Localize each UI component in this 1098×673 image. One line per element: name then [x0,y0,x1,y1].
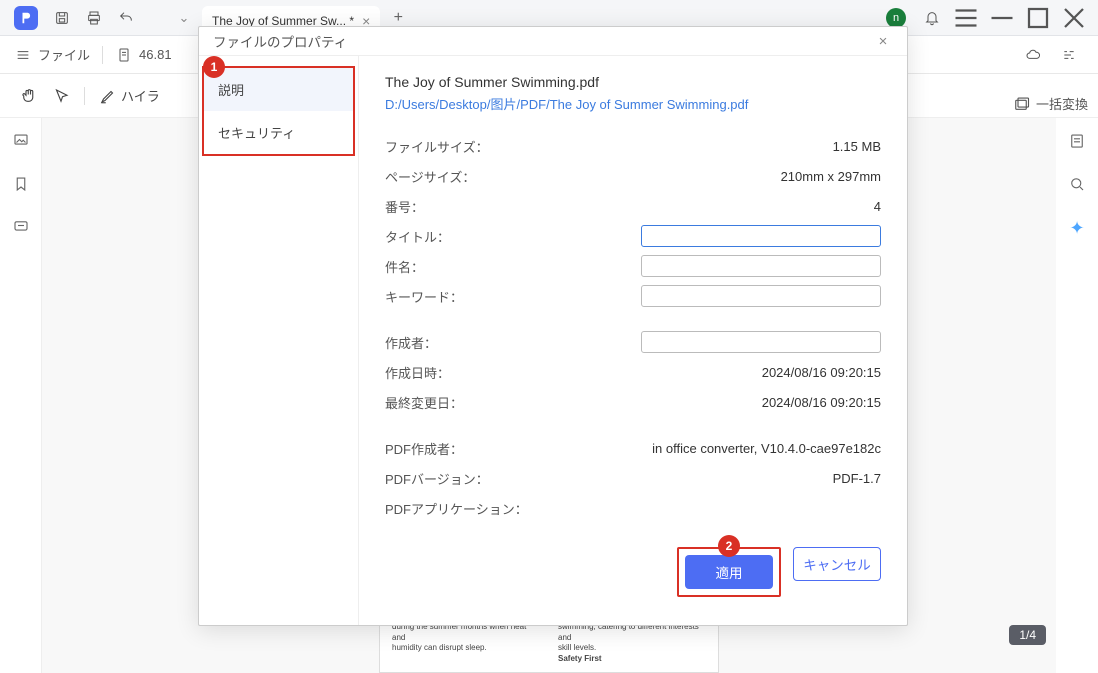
menu-icon[interactable] [948,4,984,32]
title-label: タイトル： [385,227,555,246]
minimize-button[interactable] [984,4,1020,32]
file-name: The Joy of Summer Swimming.pdf [385,74,881,90]
dialog-close-button[interactable]: × [873,31,893,51]
callout-box-2: 2 適用 [677,547,781,597]
paper-text: skill levels. [558,643,706,653]
dialog-header: ファイルのプロパティ × [199,27,907,56]
thumbnails-icon[interactable] [12,132,30,153]
created-value: 2024/08/16 09:20:15 [762,365,881,380]
pages-value: 4 [874,199,881,214]
dialog-footer: 2 適用 キャンセル [385,539,881,611]
application-label: PDFアプリケーション： [385,499,555,518]
hamburger-icon[interactable] [14,46,32,64]
undo-icon[interactable] [112,4,140,32]
modified-value: 2024/08/16 09:20:15 [762,395,881,410]
author-label: 作成者： [385,333,555,352]
right-panel-strip: ✦ [1056,118,1098,673]
settings-lines-icon[interactable] [1060,46,1078,64]
paper-text: humidity can disrupt sleep. [392,643,540,653]
title-input[interactable] [641,225,881,247]
callout-box-1: 1 説明 セキュリティ [202,66,355,156]
nav-description-tab[interactable]: 説明 [204,68,353,111]
cloud-icon[interactable] [1024,46,1042,64]
zoom-value[interactable]: 46.81 [139,47,172,62]
bookmarks-icon[interactable] [12,175,30,196]
user-avatar[interactable]: n [886,8,906,28]
keywords-label: キーワード： [385,287,555,306]
document-icon[interactable] [115,46,133,64]
filesize-label: ファイルサイズ： [385,137,555,156]
pages-label: 番号： [385,197,555,216]
save-icon[interactable] [48,4,76,32]
print-icon[interactable] [80,4,108,32]
maximize-button[interactable] [1020,4,1056,32]
search-icon[interactable] [1068,175,1086,196]
highlight-label: ハイラ [121,86,160,105]
batch-convert-button[interactable]: 一括変換 [1002,90,1098,117]
select-tool[interactable] [52,87,70,105]
filesize-value: 1.15 MB [833,139,881,154]
dialog-nav: 1 説明 セキュリティ [199,56,359,625]
callout-badge-1: 1 [203,56,225,78]
toolbar-more-icon[interactable]: ⌄ [174,10,194,26]
callout-badge-2: 2 [718,535,740,557]
subject-label: 件名： [385,257,555,276]
hand-tool[interactable] [20,87,38,105]
ai-sparkle-icon[interactable]: ✦ [1069,218,1084,239]
properties-panel-icon[interactable] [1068,132,1086,153]
bell-icon[interactable] [918,4,946,32]
apply-button[interactable]: 適用 [685,555,773,589]
cancel-button[interactable]: キャンセル [793,547,881,581]
pagesize-value: 210mm x 297mm [781,169,881,184]
producer-value: in office converter, V10.4.0-cae97e182c [652,441,881,456]
file-menu[interactable]: ファイル [38,45,90,64]
subject-input[interactable] [641,255,881,277]
comments-icon[interactable] [12,218,30,239]
file-properties-dialog: ファイルのプロパティ × 1 説明 セキュリティ The Joy of Summ… [198,26,908,626]
highlight-tool[interactable]: ハイラ [99,86,160,105]
paper-heading: Safety First [558,654,706,664]
left-panel-strip [0,118,42,673]
nav-security-tab[interactable]: セキュリティ [204,111,353,154]
file-path-link[interactable]: D:/Users/Desktop/图片/PDF/The Joy of Summe… [385,94,881,113]
author-input[interactable] [641,331,881,353]
version-label: PDFバージョン： [385,469,555,488]
dialog-main: The Joy of Summer Swimming.pdf D:/Users/… [359,56,907,625]
close-window-button[interactable] [1056,4,1092,32]
pagesize-label: ページサイズ： [385,167,555,186]
keywords-input[interactable] [641,285,881,307]
page-indicator[interactable]: 1/4 [1009,625,1046,645]
version-value: PDF-1.7 [833,471,881,486]
modified-label: 最終変更日： [385,393,555,412]
producer-label: PDF作成者： [385,439,555,458]
batch-convert-label: 一括変換 [1036,94,1088,113]
dialog-title: ファイルのプロパティ [213,31,347,51]
created-label: 作成日時： [385,363,555,382]
app-logo [14,6,38,30]
